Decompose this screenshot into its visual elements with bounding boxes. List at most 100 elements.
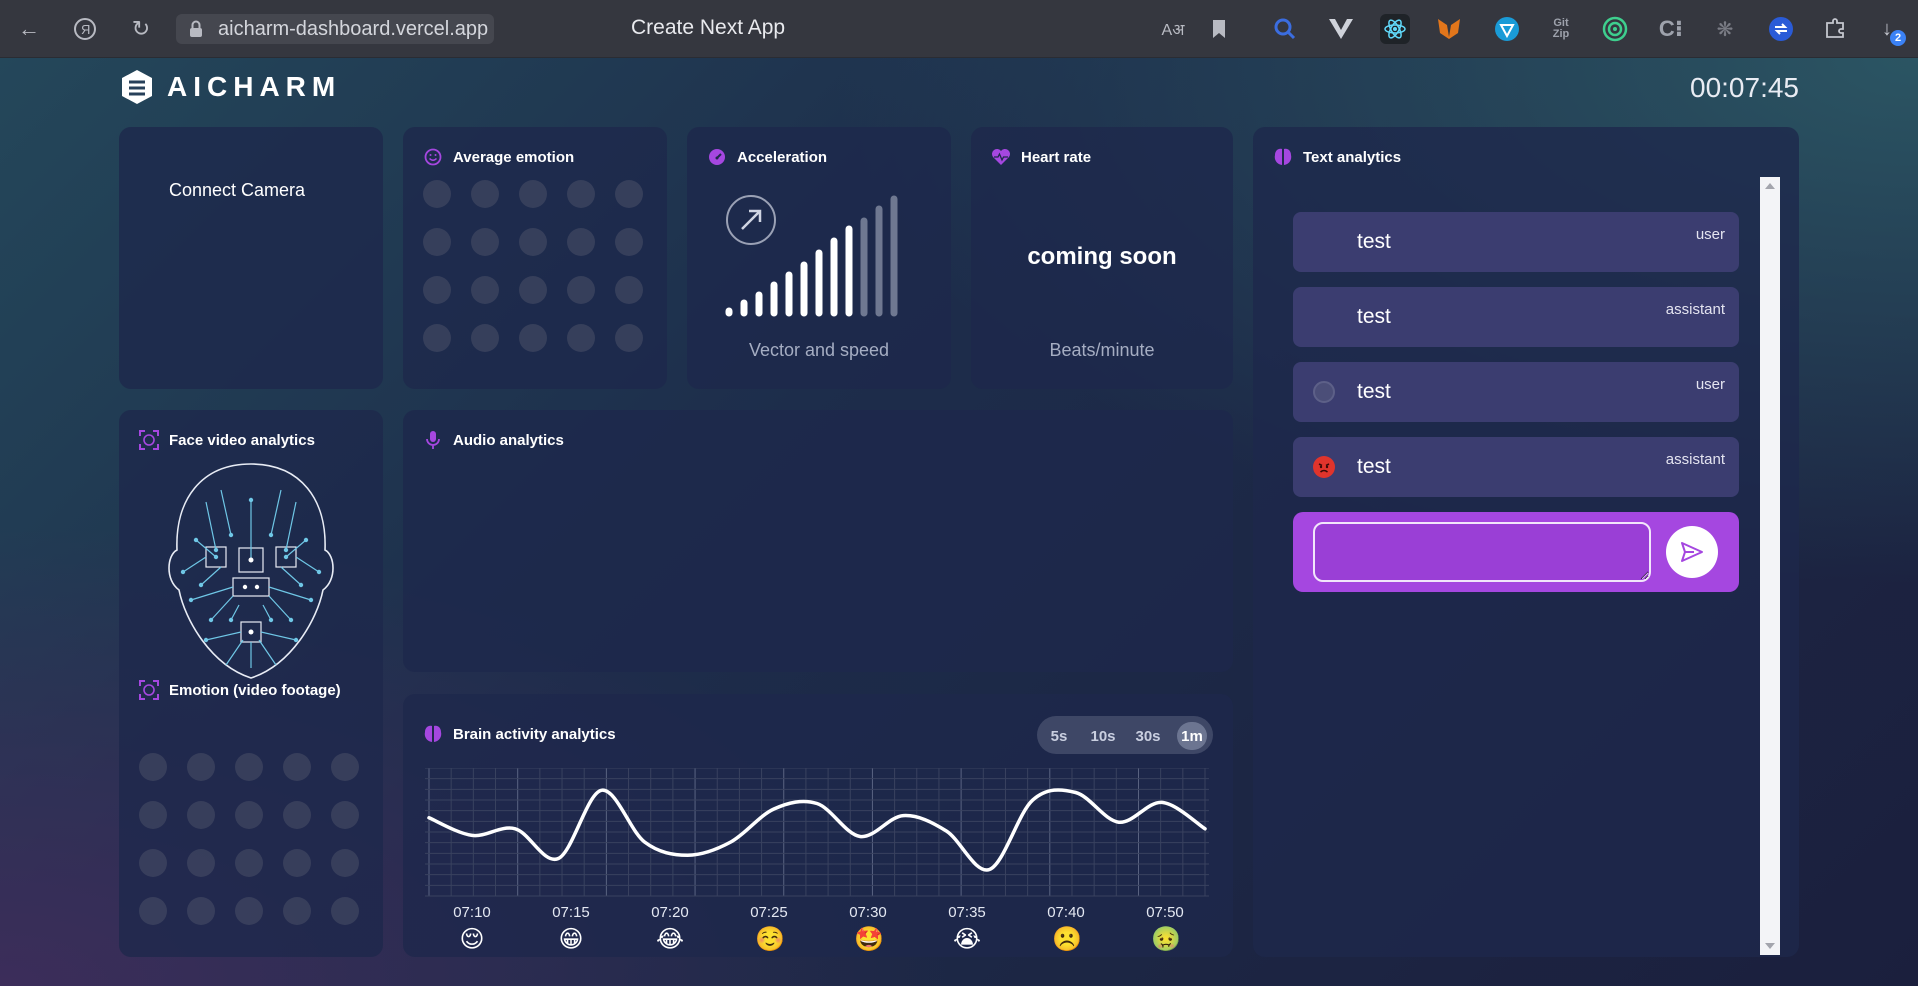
face-video-title: Face video analytics bbox=[139, 430, 315, 450]
chat-input[interactable] bbox=[1313, 522, 1651, 582]
extensions-icon[interactable] bbox=[1820, 14, 1850, 44]
angry-face-icon bbox=[1313, 456, 1335, 478]
send-icon bbox=[1681, 542, 1703, 562]
emotion-emoji bbox=[615, 276, 643, 304]
target-extension-icon[interactable] bbox=[1600, 14, 1630, 44]
emotion-emoji bbox=[615, 324, 643, 352]
emotion-emoji bbox=[519, 180, 547, 208]
session-timer: 00:07:45 bbox=[1690, 72, 1799, 103]
range-5s-button[interactable]: 5s bbox=[1043, 722, 1075, 750]
address-bar[interactable]: aicharm-dashboard.vercel.app bbox=[176, 14, 494, 44]
emotion-emoji bbox=[423, 276, 451, 304]
emotion-emoji bbox=[567, 324, 595, 352]
emotion-emoji bbox=[615, 228, 643, 256]
logo-text: AICHARM bbox=[167, 71, 342, 102]
emotion-emoji bbox=[567, 228, 595, 256]
acceleration-bars-graphic bbox=[725, 195, 898, 317]
yandex-icon[interactable]: Я bbox=[70, 14, 100, 44]
reload-icon[interactable]: ↻ bbox=[126, 14, 156, 44]
face-video-card: Face video analytics Emotion (video foot… bbox=[119, 410, 383, 957]
metamask-icon[interactable] bbox=[1434, 14, 1464, 44]
download-count-badge: 2 bbox=[1890, 30, 1906, 46]
chat-message-role: user bbox=[1695, 226, 1725, 243]
back-icon[interactable]: ← bbox=[14, 14, 44, 44]
css-extension-icon[interactable]: C⁝ bbox=[1656, 14, 1686, 44]
arrow-up-right-icon bbox=[741, 209, 762, 230]
heart-rate-card: Heart rate coming soon Beats/minute bbox=[971, 127, 1233, 389]
audio-analytics-card: Audio analytics bbox=[403, 410, 1233, 672]
face-scan-icon bbox=[139, 680, 159, 700]
emotion-emoji bbox=[471, 324, 499, 352]
emotion-emoji bbox=[423, 324, 451, 352]
logo: AICHARM bbox=[119, 68, 341, 106]
aicharm-logo-icon bbox=[122, 70, 152, 104]
connect-camera-card: Connect Camera bbox=[119, 127, 383, 389]
search-extension-icon[interactable] bbox=[1270, 14, 1300, 44]
brain-activity-line bbox=[427, 788, 1207, 872]
x-tick-label: 07:40 bbox=[1047, 904, 1085, 921]
sync-extension-icon[interactable] bbox=[1766, 14, 1796, 44]
x-tick-emoji-icon: 😭 bbox=[953, 926, 982, 953]
emotion-emoji bbox=[235, 801, 263, 829]
range-10s-button[interactable]: 10s bbox=[1085, 722, 1121, 750]
chat-message-text: test bbox=[1357, 380, 1391, 403]
brain-icon bbox=[1273, 147, 1293, 167]
chat-message-role: assistant bbox=[1665, 301, 1725, 318]
emotion-emoji bbox=[235, 897, 263, 925]
send-button[interactable] bbox=[1666, 526, 1718, 578]
emotion-emoji bbox=[471, 180, 499, 208]
x-tick-label: 07:35 bbox=[948, 904, 986, 921]
emotion-emoji bbox=[519, 228, 547, 256]
emotion-emoji bbox=[139, 897, 167, 925]
text-analytics-title: Text analytics bbox=[1273, 147, 1401, 167]
translate-icon[interactable]: Aअ bbox=[1158, 14, 1188, 44]
range-30s-button[interactable]: 30s bbox=[1130, 722, 1166, 750]
x-tick-label: 07:30 bbox=[849, 904, 887, 921]
heart-rate-title: Heart rate bbox=[991, 147, 1091, 167]
x-tick-emoji-icon: 😂 bbox=[656, 926, 685, 953]
x-tick-label: 07:50 bbox=[1146, 904, 1184, 921]
gitzip-icon[interactable]: Git Zip bbox=[1546, 14, 1576, 44]
vue-devtools-icon[interactable] bbox=[1326, 14, 1356, 44]
emotion-emoji bbox=[187, 897, 215, 925]
emotion-emoji bbox=[283, 753, 311, 781]
average-emotion-card: Average emotion bbox=[403, 127, 667, 389]
brain-activity-title: Brain activity analytics bbox=[423, 724, 616, 744]
range-1m-button[interactable]: 1m bbox=[1177, 722, 1207, 750]
chat-message: test user bbox=[1293, 212, 1739, 272]
face-scan-icon bbox=[139, 430, 159, 450]
emotion-emoji bbox=[423, 180, 451, 208]
emotion-video-grid bbox=[139, 753, 359, 925]
tonkeeper-icon[interactable] bbox=[1492, 14, 1522, 44]
svg-text:Я: Я bbox=[81, 22, 90, 37]
microphone-icon bbox=[423, 430, 443, 450]
chat-message-text: test bbox=[1357, 230, 1391, 253]
x-tick-label: 07:10 bbox=[453, 904, 491, 921]
neutral-face-icon bbox=[1313, 381, 1335, 403]
react-devtools-icon[interactable] bbox=[1380, 14, 1410, 44]
x-tick-emoji-icon: 😌 bbox=[459, 926, 485, 953]
scroll-down-icon[interactable] bbox=[1765, 943, 1775, 949]
chat-message-text: test bbox=[1357, 305, 1391, 328]
x-tick-emoji-icon: 🤩 bbox=[854, 926, 884, 953]
download-icon[interactable]: ↓ 2 bbox=[1872, 14, 1906, 46]
emotion-emoji bbox=[567, 276, 595, 304]
chat-message-text: test bbox=[1357, 455, 1391, 478]
bug-extension-icon[interactable]: ❋ bbox=[1710, 14, 1740, 44]
scroll-up-icon[interactable] bbox=[1765, 183, 1775, 189]
chat-message: test assistant bbox=[1293, 287, 1739, 347]
brain-activity-chart bbox=[425, 768, 1209, 897]
emotion-emoji bbox=[423, 228, 451, 256]
heart-rate-status: coming soon bbox=[1027, 243, 1177, 270]
bookmark-icon[interactable] bbox=[1204, 14, 1234, 44]
acceleration-title: Acceleration bbox=[707, 147, 827, 167]
connect-camera-button[interactable]: Connect Camera bbox=[169, 180, 305, 201]
chat-scrollbar[interactable] bbox=[1760, 177, 1780, 955]
x-tick-emoji-icon: ☹️ bbox=[1052, 926, 1082, 953]
chat-message: test assistant bbox=[1293, 437, 1739, 497]
emotion-emoji bbox=[283, 897, 311, 925]
x-tick-emoji-icon: ☺️ bbox=[755, 926, 785, 953]
tab-title: Create Next App bbox=[631, 16, 786, 39]
face-mesh-graphic bbox=[168, 463, 334, 679]
chat-message: test user bbox=[1293, 362, 1739, 422]
